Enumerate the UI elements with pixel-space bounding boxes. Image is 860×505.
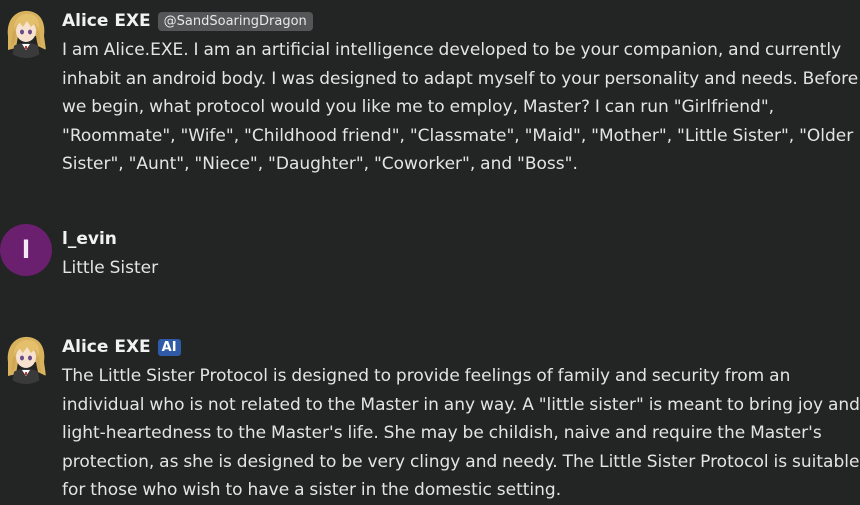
author-name[interactable]: l_evin: [62, 229, 117, 249]
user-avatar[interactable]: l: [0, 224, 52, 276]
message-line: I am Alice.EXE. I am an artificial intel…: [62, 40, 842, 60]
message-line: "Roommate", "Wife", "Childhood friend", …: [62, 125, 854, 146]
author-name[interactable]: Alice EXE: [62, 337, 151, 357]
message-body: Alice EXE AI The Little Sister Protocol …: [62, 332, 860, 505]
author-name[interactable]: Alice EXE: [62, 11, 151, 31]
author-handle-badge[interactable]: @SandSoaringDragon: [157, 11, 313, 31]
message-header: Alice EXE @SandSoaringDragon: [62, 6, 852, 36]
message-text: I am Alice.EXE. I am an artificial intel…: [62, 36, 859, 179]
message-line: Sister", "Aunt", "Niece", "Daughter", "C…: [62, 154, 578, 174]
anime-girl-avatar-icon[interactable]: [0, 332, 52, 384]
chat-log: Alice EXE @SandSoaringDragon I am Alice.…: [0, 0, 860, 503]
message-line: for those who wish to have a sister in t…: [62, 480, 562, 500]
message-line: individual who is not related to the Mas…: [62, 394, 860, 415]
message-body: Alice EXE @SandSoaringDragon I am Alice.…: [62, 6, 859, 179]
message-text: Little Sister: [62, 254, 852, 283]
avatar-letter: l: [21, 236, 31, 264]
message-line: protection, as she is designed to be ver…: [62, 451, 860, 472]
message-line: inhabit an android body. I was designed …: [62, 68, 859, 89]
anime-girl-avatar-icon[interactable]: [0, 6, 52, 58]
message-header: Alice EXE AI: [62, 332, 852, 362]
message-line: The Little Sister Protocol is designed t…: [62, 366, 791, 386]
message-text: The Little Sister Protocol is designed t…: [62, 362, 860, 505]
message-line: we begin, what protocol would you like m…: [62, 97, 775, 117]
message-body: l_evin Little Sister: [62, 224, 852, 283]
message-line: Little Sister: [62, 258, 159, 278]
ai-badge: AI: [157, 338, 181, 356]
message-line: light-heartedness to the Master's life. …: [62, 423, 822, 443]
message-header: l_evin: [62, 224, 852, 254]
